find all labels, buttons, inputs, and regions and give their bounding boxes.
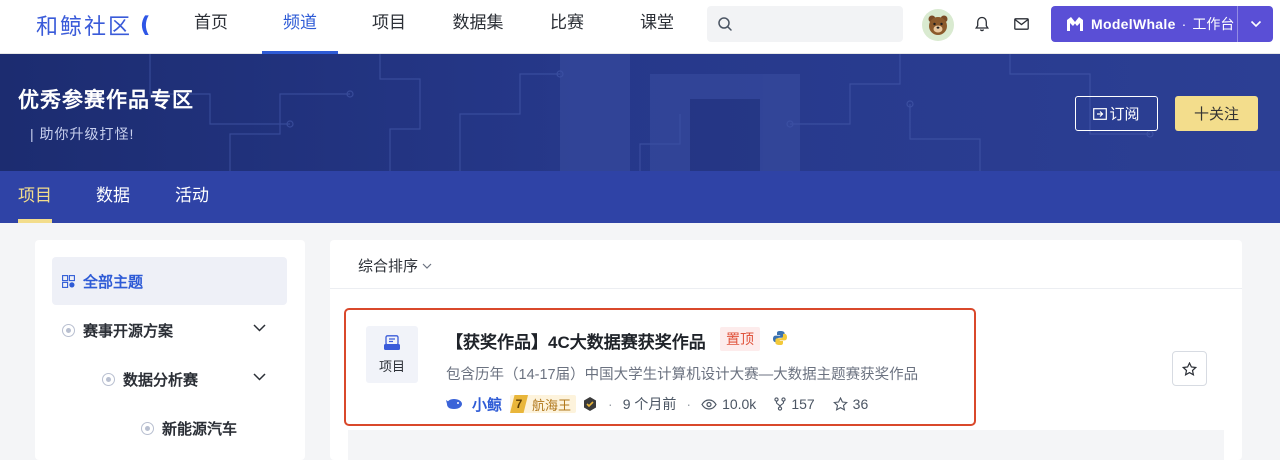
stars-count: 36 bbox=[852, 396, 869, 412]
meta-separator: · bbox=[686, 396, 692, 412]
nav-dataset[interactable]: 数据集 bbox=[451, 0, 505, 54]
forks-count: 157 bbox=[791, 396, 815, 412]
logo-text: 和鲸社区 bbox=[36, 14, 133, 39]
modelwhale-logo-icon bbox=[1067, 17, 1083, 31]
sort-label: 综合排序 bbox=[358, 258, 419, 275]
meta-separator: · bbox=[608, 396, 613, 412]
views-count: 10.0k bbox=[722, 396, 757, 412]
workbench-separator: · bbox=[1181, 16, 1187, 32]
tab-projects[interactable]: 项目 bbox=[18, 171, 52, 223]
views-stat: 10.0k bbox=[701, 396, 756, 412]
channel-banner: 优秀参赛作品专区 | 助你升级打怪! 订阅 十关注 bbox=[0, 54, 1280, 171]
radio-dot-icon bbox=[62, 324, 75, 337]
fork-icon bbox=[774, 397, 786, 411]
tab-data[interactable]: 数据 bbox=[96, 171, 130, 223]
forks-stat: 157 bbox=[774, 396, 815, 412]
level-number: 7 bbox=[510, 395, 529, 413]
bell-icon[interactable] bbox=[972, 14, 992, 34]
banner-subtitle: | 助你升级打怪! bbox=[30, 126, 135, 142]
subscribe-icon bbox=[1093, 107, 1108, 120]
project-type-label: 项目 bbox=[378, 358, 405, 374]
post-time: 9 个月前 bbox=[622, 396, 677, 412]
channel-tabs: 项目 数据 活动 bbox=[0, 171, 1280, 223]
sidebar-item-label: 新能源汽车 bbox=[162, 421, 238, 438]
sidebar-item-label: 赛事开源方案 bbox=[83, 323, 174, 340]
divider bbox=[330, 288, 1242, 289]
chevron-down-icon bbox=[422, 263, 432, 269]
project-type-badge: 项目 bbox=[366, 326, 418, 383]
pinned-badge: 置顶 bbox=[720, 327, 760, 351]
level-name: 航海王 bbox=[532, 397, 572, 413]
logo-mark-icon: ❪ bbox=[136, 12, 157, 37]
chevron-down-icon[interactable] bbox=[253, 324, 266, 332]
project-card[interactable]: 项目 【获奖作品】4C大数据赛获奖作品 置顶 包含历年（14-17届）中国大学生… bbox=[344, 308, 976, 426]
tab-activities[interactable]: 活动 bbox=[175, 171, 209, 223]
sidebar-item-data-analysis[interactable]: 数据分析赛 bbox=[102, 369, 198, 390]
radio-dot-icon bbox=[102, 373, 115, 386]
project-title[interactable]: 【获奖作品】4C大数据赛获奖作品 bbox=[446, 328, 706, 353]
project-list-panel: 综合排序 项目 【获奖作品】4C大数据赛获奖作品 置顶 包含历年（14-17届）… bbox=[330, 240, 1242, 460]
stars-stat: 36 bbox=[832, 396, 869, 412]
verified-shield-icon bbox=[584, 397, 597, 411]
grid-icon bbox=[62, 274, 75, 288]
project-description: 包含历年（14-17届）中国大学生计算机设计大赛—大数据主题赛获奖作品 bbox=[446, 367, 919, 383]
subscribe-label: 订阅 bbox=[1109, 106, 1140, 123]
chevron-down-icon[interactable] bbox=[253, 373, 266, 381]
nav-competition[interactable]: 比赛 bbox=[549, 0, 585, 54]
list-item[interactable] bbox=[348, 430, 1224, 460]
whale-avatar-icon[interactable] bbox=[446, 397, 464, 411]
nav-home[interactable]: 首页 bbox=[193, 0, 229, 54]
star-icon bbox=[1182, 361, 1197, 376]
sort-dropdown[interactable]: 综合排序 bbox=[358, 255, 432, 276]
avatar[interactable] bbox=[922, 9, 954, 41]
author-name[interactable]: 小鲸 bbox=[472, 394, 502, 415]
nav-project[interactable]: 项目 bbox=[371, 0, 407, 54]
project-meta: 小鲸 7 航海王 · 9 个月前 · 10.0k 157 36 bbox=[446, 394, 868, 414]
follow-button[interactable]: 十关注 bbox=[1175, 96, 1258, 131]
sidebar-item-new-energy-vehicles[interactable]: 新能源汽车 bbox=[141, 418, 237, 439]
search-input[interactable] bbox=[707, 6, 903, 42]
top-navbar: 和鲸社区 ❪ 首页 频道 项目 数据集 比赛 课堂 ModelWhale · 工… bbox=[0, 0, 1280, 54]
sidebar-item-label: 数据分析赛 bbox=[123, 372, 199, 389]
mail-icon[interactable] bbox=[1011, 14, 1031, 34]
level-badge: 7 航海王 bbox=[510, 395, 577, 413]
topic-sidebar: 全部主题 赛事开源方案 数据分析赛 新能源汽车 bbox=[35, 240, 305, 460]
sidebar-item-all-topics[interactable]: 全部主题 bbox=[52, 257, 287, 305]
python-icon bbox=[773, 331, 787, 345]
nav-classroom[interactable]: 课堂 bbox=[639, 0, 675, 54]
radio-dot-icon bbox=[141, 422, 154, 435]
nav-channel[interactable]: 频道 bbox=[262, 0, 338, 54]
site-logo[interactable]: 和鲸社区 ❪ bbox=[36, 10, 156, 40]
chevron-down-icon[interactable] bbox=[1238, 6, 1273, 42]
sidebar-item-open-solutions[interactable]: 赛事开源方案 bbox=[62, 320, 173, 341]
subscribe-button[interactable]: 订阅 bbox=[1075, 96, 1158, 131]
eye-icon bbox=[701, 398, 717, 410]
notebook-icon bbox=[384, 334, 400, 350]
search-icon bbox=[718, 17, 732, 31]
star-icon bbox=[832, 397, 848, 411]
banner-title: 优秀参赛作品专区 bbox=[18, 89, 194, 112]
bear-avatar-icon bbox=[928, 15, 948, 35]
workbench-button[interactable]: ModelWhale · 工作台 bbox=[1051, 6, 1273, 42]
star-button[interactable] bbox=[1172, 351, 1207, 386]
workbench-label: 工作台 bbox=[1192, 16, 1235, 32]
workbench-brand: ModelWhale bbox=[1091, 16, 1176, 32]
sidebar-all-label: 全部主题 bbox=[83, 273, 144, 291]
